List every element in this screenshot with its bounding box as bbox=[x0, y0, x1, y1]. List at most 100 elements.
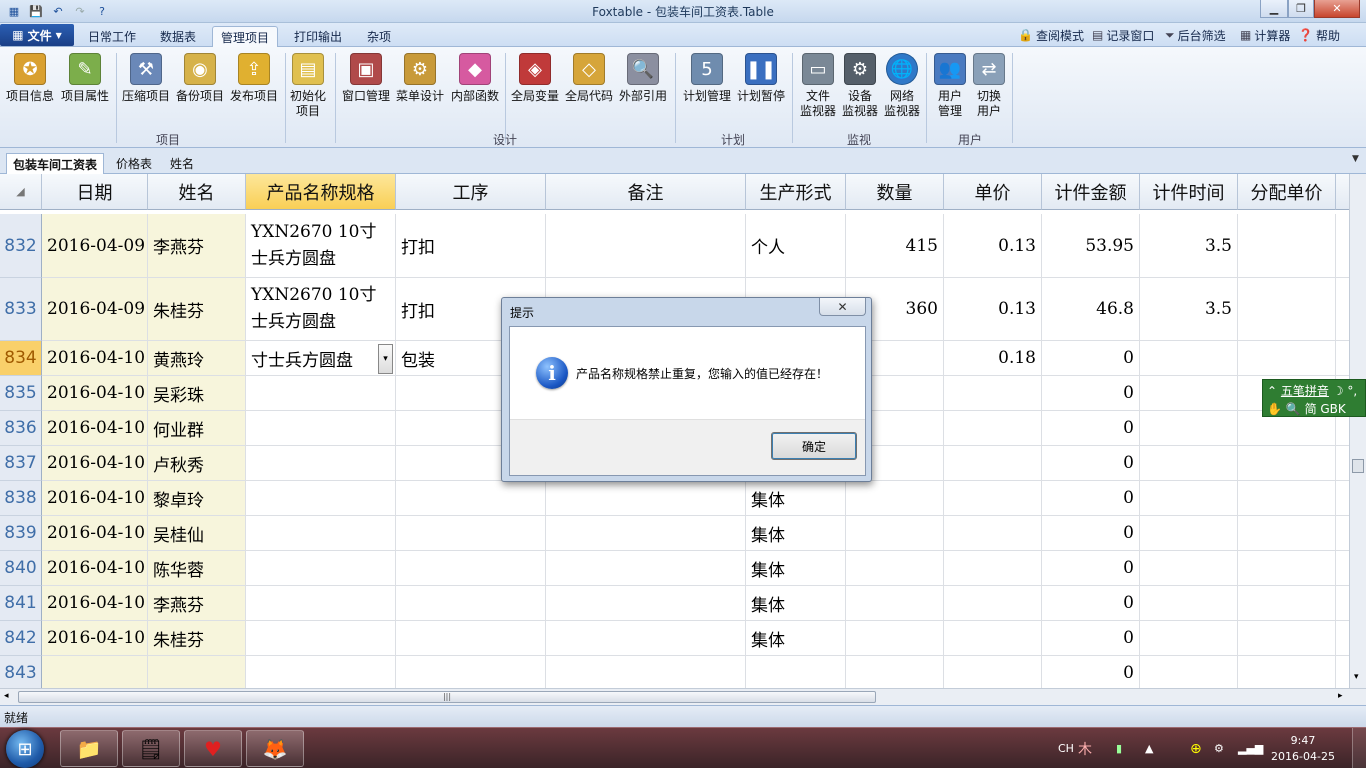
column-header-name[interactable]: 姓名 bbox=[148, 174, 246, 210]
external-reference-button[interactable]: 🔍 外部引用 bbox=[619, 53, 667, 104]
cell-time[interactable] bbox=[1140, 516, 1238, 551]
cell-proc[interactable] bbox=[396, 656, 546, 688]
signal-strength-icon[interactable]: ▂▄▆ bbox=[1238, 728, 1263, 768]
cell-proc[interactable]: 打扣 bbox=[396, 214, 546, 278]
cell-product[interactable] bbox=[246, 656, 396, 688]
row-header[interactable]: 832 bbox=[0, 214, 42, 278]
row-header[interactable]: 840 bbox=[0, 551, 42, 586]
cell-price[interactable] bbox=[944, 481, 1042, 516]
cell-amt[interactable]: 46.8 bbox=[1042, 278, 1140, 341]
cell-amt[interactable]: 0 bbox=[1042, 621, 1140, 656]
scroll-down-icon[interactable]: ▾ bbox=[1354, 672, 1359, 682]
row-header[interactable]: 837 bbox=[0, 446, 42, 481]
punctuation-icon[interactable]: °, bbox=[1347, 384, 1357, 398]
hand-icon[interactable]: ✋ bbox=[1267, 402, 1282, 416]
cell-alloc[interactable] bbox=[1238, 446, 1336, 481]
compress-project-button[interactable]: ⚒ 压缩项目 bbox=[122, 53, 170, 104]
cell-time[interactable] bbox=[1140, 341, 1238, 376]
cell-form[interactable]: 集体 bbox=[746, 516, 846, 551]
cell-time[interactable] bbox=[1140, 586, 1238, 621]
cell-time[interactable] bbox=[1140, 621, 1238, 656]
record-window-button[interactable]: ▤ 记录窗口 bbox=[1092, 27, 1154, 43]
dialog-close-button[interactable]: ✕ bbox=[819, 298, 866, 316]
product-dropdown-button[interactable]: ▾ bbox=[378, 344, 393, 374]
column-header-product[interactable]: 产品名称规格 bbox=[246, 174, 396, 210]
cell-qty[interactable] bbox=[846, 551, 944, 586]
ime-mode-label[interactable]: 五笔拼音 bbox=[1281, 384, 1329, 398]
cell-time[interactable] bbox=[1140, 376, 1238, 411]
ime-toolbar[interactable]: ⌃ 五笔拼音 ☽ °, ✋ 🔍 简 GBK ⌨ bbox=[1262, 379, 1366, 431]
cell-qty[interactable] bbox=[846, 481, 944, 516]
cell-note[interactable] bbox=[546, 656, 746, 688]
ime-expand-icon[interactable]: ⌃ bbox=[1267, 384, 1277, 398]
cell-product[interactable] bbox=[246, 586, 396, 621]
file-menu-button[interactable]: ▦ 文件 ▼ bbox=[0, 24, 74, 46]
tab-daily-work[interactable]: 日常工作 bbox=[80, 26, 144, 47]
cell-date[interactable] bbox=[42, 656, 148, 688]
row-header[interactable]: 838 bbox=[0, 481, 42, 516]
cell-proc[interactable] bbox=[396, 621, 546, 656]
browse-mode-button[interactable]: 🔒 查阅模式 bbox=[1018, 27, 1084, 43]
cell-date[interactable]: 2016-04-10 bbox=[42, 586, 148, 621]
menu-design-button[interactable]: ⚙ 菜单设计 bbox=[396, 53, 444, 104]
tray-expand-icon[interactable]: ▲ bbox=[1145, 728, 1153, 768]
cell-time[interactable]: 3.5 bbox=[1140, 214, 1238, 278]
cell-price[interactable] bbox=[944, 516, 1042, 551]
search-icon[interactable]: 🔍 bbox=[1286, 402, 1301, 416]
minimize-button[interactable]: ▁ bbox=[1260, 0, 1288, 18]
calculator-button[interactable]: ▦ 计算器 bbox=[1240, 27, 1290, 43]
cell-note[interactable] bbox=[546, 586, 746, 621]
column-header-note[interactable]: 备注 bbox=[546, 174, 746, 210]
cell-alloc[interactable] bbox=[1238, 551, 1336, 586]
cell-alloc[interactable] bbox=[1238, 278, 1336, 341]
cell-date[interactable]: 2016-04-09 bbox=[42, 214, 148, 278]
cell-proc[interactable] bbox=[396, 481, 546, 516]
cell-price[interactable] bbox=[944, 656, 1042, 688]
cell-product[interactable] bbox=[246, 411, 396, 446]
cell-date[interactable]: 2016-04-10 bbox=[42, 376, 148, 411]
show-desktop-button[interactable] bbox=[1352, 728, 1366, 768]
cell-product[interactable]: YXN2670 10寸士兵方圆盘 bbox=[246, 214, 396, 278]
window-manager-button[interactable]: ▣ 窗口管理 bbox=[342, 53, 390, 104]
cell-form[interactable]: 集体 bbox=[746, 481, 846, 516]
cell-name[interactable]: 李燕芬 bbox=[148, 586, 246, 621]
cell-product[interactable] bbox=[246, 481, 396, 516]
internal-functions-button[interactable]: ◆ 内部函数 bbox=[451, 53, 499, 104]
row-header[interactable]: 835 bbox=[0, 376, 42, 411]
global-variables-button[interactable]: ◈ 全局变量 bbox=[511, 53, 559, 104]
cell-product[interactable]: YXN2670 10寸士兵方圆盘 bbox=[246, 278, 396, 341]
switch-user-button[interactable]: ⇄ 切换 用户 bbox=[973, 53, 1005, 119]
cell-alloc[interactable] bbox=[1238, 516, 1336, 551]
cell-product[interactable] bbox=[246, 621, 396, 656]
scroll-right-icon[interactable]: ▸ bbox=[1338, 691, 1343, 701]
tab-data-table[interactable]: 数据表 bbox=[152, 26, 204, 47]
column-header-quantity[interactable]: 数量 bbox=[846, 174, 944, 210]
cell-date[interactable]: 2016-04-10 bbox=[42, 621, 148, 656]
cell-alloc[interactable] bbox=[1238, 481, 1336, 516]
cell-form[interactable]: 集体 bbox=[746, 621, 846, 656]
taskbar-explorer[interactable]: 📁 bbox=[60, 730, 118, 767]
cell-amt[interactable]: 0 bbox=[1042, 341, 1140, 376]
tray-clock[interactable]: 9:47 2016-04-25 bbox=[1268, 733, 1338, 765]
cell-name[interactable]: 吴彩珠 bbox=[148, 376, 246, 411]
cell-price[interactable] bbox=[944, 446, 1042, 481]
row-header[interactable]: 842 bbox=[0, 621, 42, 656]
schedule-pause-button[interactable]: ❚❚ 计划暂停 bbox=[737, 53, 785, 104]
background-filter-button[interactable]: ⏷ 后台筛选 bbox=[1165, 27, 1226, 43]
cell-amt[interactable]: 0 bbox=[1042, 656, 1140, 688]
cell-date[interactable]: 2016-04-10 bbox=[42, 411, 148, 446]
row-header[interactable]: 836 bbox=[0, 411, 42, 446]
column-header-production-form[interactable]: 生产形式 bbox=[746, 174, 846, 210]
cell-qty[interactable] bbox=[846, 656, 944, 688]
tab-price-table[interactable]: 价格表 bbox=[110, 153, 158, 174]
cell-form[interactable] bbox=[746, 656, 846, 688]
start-button[interactable]: ⊞ bbox=[6, 730, 44, 768]
add-plus-icon[interactable]: ⊕ bbox=[1190, 728, 1202, 768]
cell-alloc[interactable] bbox=[1238, 621, 1336, 656]
cell-proc[interactable] bbox=[396, 516, 546, 551]
backup-project-button[interactable]: ◉ 备份项目 bbox=[176, 53, 224, 104]
file-monitor-button[interactable]: ▭ 文件 监视器 bbox=[800, 53, 836, 119]
taskbar-foxtable[interactable]: 🦊 bbox=[246, 730, 304, 767]
cell-amt[interactable]: 0 bbox=[1042, 376, 1140, 411]
cell-name[interactable]: 朱桂芬 bbox=[148, 278, 246, 341]
